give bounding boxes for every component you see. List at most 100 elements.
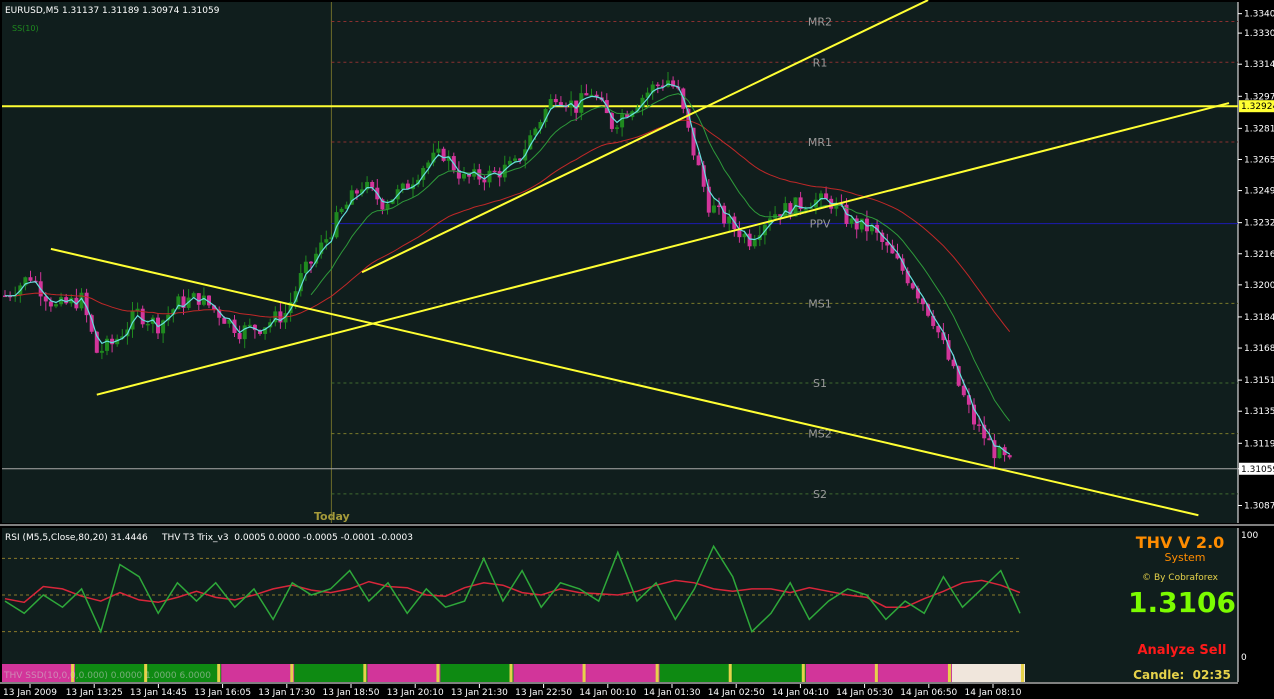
candle-body xyxy=(339,208,344,213)
time-tick-label: 14 Jan 08:10 xyxy=(965,688,1022,698)
time-tick-label: 14 Jan 05:30 xyxy=(836,688,893,698)
price-tick-label: 1.31840 xyxy=(1244,313,1274,323)
signal-bar-legend: THV SSD(10,0,0,0.000) 0.0000 1.0000 6.00… xyxy=(3,671,211,681)
candle-body xyxy=(803,208,808,211)
candle-body xyxy=(242,325,247,340)
price-tick-label: 1.32165 xyxy=(1244,250,1274,260)
candle-body xyxy=(482,179,487,183)
price-tick-label: 1.31190 xyxy=(1244,439,1274,449)
signal-bar-segment xyxy=(878,664,952,682)
candle-body xyxy=(655,84,660,87)
pivot-label-r1: R1 xyxy=(813,56,828,69)
time-tick-label: 13 Jan 2009 xyxy=(3,688,57,698)
signal-bar-segment xyxy=(732,664,806,682)
signal-bar-segment xyxy=(440,664,514,682)
candle-body xyxy=(237,333,242,340)
price-tick-label: 1.32005 xyxy=(1244,281,1274,291)
candle-body xyxy=(513,158,517,161)
candle-body xyxy=(977,424,982,426)
candle-body xyxy=(222,317,227,324)
candle-body xyxy=(354,190,359,194)
candle-body xyxy=(584,93,589,96)
candle-body xyxy=(553,98,558,103)
candle-body xyxy=(1007,455,1012,458)
indicator-tick-label: 100 xyxy=(1241,531,1258,541)
symbol-header: EURUSD,M5 1.31137 1.31189 1.30974 1.3105… xyxy=(5,6,220,16)
candle-body xyxy=(400,183,405,190)
candle-body xyxy=(54,304,58,307)
price-tag-label: 1.32924 xyxy=(1241,102,1274,112)
signal-bar-segment xyxy=(951,664,1025,682)
signal-bar-segment xyxy=(367,664,441,682)
indicator-header: RSI (M5,5,Close,80,20) 31.4446 THV T3 Tr… xyxy=(5,533,413,543)
price-tick-label: 1.31355 xyxy=(1244,407,1274,417)
candle-body xyxy=(752,240,757,247)
signal-bar-segment xyxy=(805,664,879,682)
time-tick-label: 13 Jan 20:10 xyxy=(387,688,444,698)
signal-bar-divider xyxy=(509,664,513,682)
candle-body xyxy=(309,261,313,264)
candle-body xyxy=(247,324,252,327)
time-tick-label: 13 Jan 17:30 xyxy=(258,688,315,698)
pivot-label-s2: S2 xyxy=(813,488,827,501)
signal-bar-divider xyxy=(436,664,440,682)
candle-body xyxy=(28,277,33,281)
pivot-label-ppv: PPV xyxy=(810,218,831,231)
signal-bar-divider xyxy=(655,664,659,682)
pivot-label-mr2: MR2 xyxy=(808,15,832,28)
main-chart-background xyxy=(2,2,1238,523)
candle-body xyxy=(711,205,716,213)
signal-bar-divider xyxy=(1021,664,1024,682)
time-tick-label: 13 Jan 22:50 xyxy=(515,688,572,698)
time-tick-label: 13 Jan 16:05 xyxy=(194,688,251,698)
time-tick-label: 14 Jan 00:10 xyxy=(579,688,636,698)
signal-bar-segment xyxy=(659,664,733,682)
candle-body xyxy=(849,218,854,224)
candle-body xyxy=(441,148,446,161)
candle-body xyxy=(462,173,466,179)
time-tick-label: 13 Jan 18:50 xyxy=(323,688,380,698)
time-tick-label: 13 Jan 14:45 xyxy=(130,688,187,698)
today-label: Today xyxy=(314,510,350,523)
candle-body xyxy=(436,148,441,153)
time-tick-label: 14 Jan 06:50 xyxy=(900,688,957,698)
signal-bar-divider xyxy=(801,664,805,682)
price-tick-label: 1.32325 xyxy=(1244,219,1274,229)
time-tick-label: 13 Jan 13:25 xyxy=(66,688,123,698)
trading-terminal: MR2R1MR1PPVMS1S1MS2S21.334001.333001.331… xyxy=(0,0,1274,699)
candle-body xyxy=(620,114,625,128)
pivot-label-s1: S1 xyxy=(813,377,827,390)
pivot-label-ms1: MS1 xyxy=(808,297,831,310)
candle-body xyxy=(99,350,104,353)
thv-price: 1.3106 xyxy=(1128,586,1236,619)
price-tick-label: 1.32650 xyxy=(1244,155,1274,165)
time-axis-background xyxy=(0,684,1274,699)
signal-bar-divider xyxy=(290,664,294,682)
thv-subtitle: System xyxy=(1164,551,1205,564)
price-tick-label: 1.33140 xyxy=(1244,60,1274,70)
candle-body xyxy=(492,170,497,173)
signal-bar-divider xyxy=(582,664,586,682)
price-tick-label: 1.30870 xyxy=(1244,502,1274,512)
thv-signal: Analyze Sell xyxy=(1137,643,1226,658)
price-tick-label: 1.32810 xyxy=(1244,124,1274,134)
price-tick-label: 1.31515 xyxy=(1244,376,1274,386)
candle-body xyxy=(110,338,115,345)
signal-bar-divider xyxy=(947,664,951,682)
time-tick-label: 14 Jan 02:50 xyxy=(708,688,765,698)
candle-body xyxy=(615,127,619,129)
price-tag-label: 1.31059 xyxy=(1241,465,1274,475)
candle-body xyxy=(196,293,201,305)
candle-body xyxy=(324,239,329,243)
price-tick-label: 1.33400 xyxy=(1244,10,1274,20)
indicator-tick-label: 0 xyxy=(1241,653,1247,663)
signal-bar-divider xyxy=(363,664,367,682)
candle-body xyxy=(997,447,1002,459)
signal-bar-divider xyxy=(217,664,221,682)
candle-body xyxy=(201,295,206,305)
signal-bar-segment xyxy=(513,664,587,682)
candle-body xyxy=(303,261,308,274)
price-tick-label: 1.31680 xyxy=(1244,344,1274,354)
time-tick-label: 14 Jan 01:30 xyxy=(644,688,701,698)
signal-bar-segment xyxy=(294,664,368,682)
